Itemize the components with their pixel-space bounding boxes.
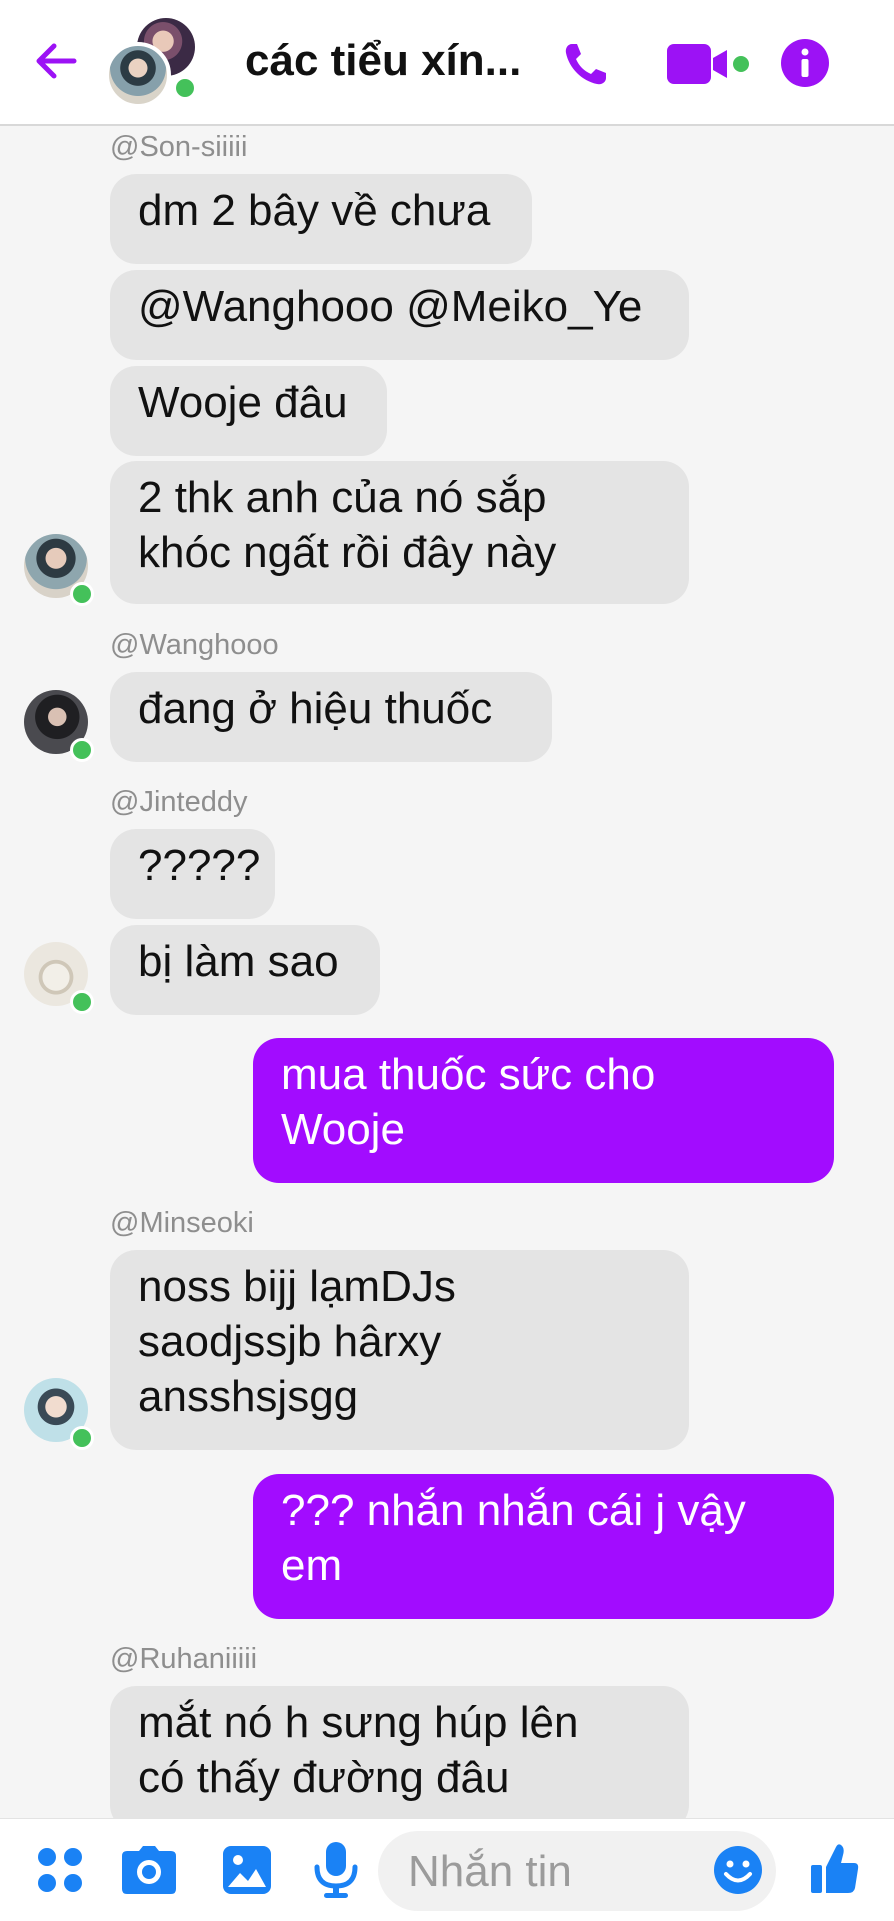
message-bubble-sent[interactable]: mua thuốc sức cho Wooje <box>253 1038 834 1183</box>
message-bubble[interactable]: @Wanghooo @Meiko_Ye <box>110 270 689 360</box>
online-indicator <box>70 990 94 1014</box>
online-indicator <box>70 738 94 762</box>
message-bubble[interactable]: bị làm sao <box>110 925 380 1015</box>
group-avatar[interactable] <box>105 18 205 110</box>
image-icon[interactable] <box>222 1845 272 1895</box>
message-bubble[interactable]: Wooje đâu <box>110 366 387 456</box>
online-indicator <box>173 76 197 100</box>
video-camera-icon[interactable] <box>665 40 751 88</box>
sender-name: @Jinteddy <box>110 786 248 818</box>
sender-name: @Minseoki <box>110 1207 254 1239</box>
message-bubble[interactable]: đang ở hiệu thuốc <box>110 672 552 762</box>
message-bubble[interactable]: dm 2 bây về chưa <box>110 174 532 264</box>
message-bubble-sent[interactable]: ??? nhắn nhắn cái j vậy em <box>253 1474 834 1619</box>
camera-icon[interactable] <box>121 1845 177 1895</box>
message-composer: Nhắn tin <box>0 1818 894 1921</box>
microphone-icon[interactable] <box>312 1841 360 1899</box>
emoji-icon[interactable] <box>713 1845 763 1895</box>
thumbs-up-icon[interactable] <box>810 1843 860 1895</box>
info-icon[interactable] <box>780 38 830 88</box>
sender-name: @Wanghooo <box>110 629 279 661</box>
phone-icon[interactable] <box>560 38 612 90</box>
chat-header: các tiểu xín... <box>0 0 894 126</box>
group-member-avatar-1 <box>105 42 171 108</box>
back-arrow-icon[interactable] <box>30 35 82 87</box>
message-bubble[interactable]: mắt nó h sưng húp lên có thấy đường đâu <box>110 1686 689 1831</box>
message-bubble[interactable]: noss bijj lạmDJs saodjssjb hârxy ansshsj… <box>110 1250 689 1450</box>
message-input-placeholder: Nhắn tin <box>408 1847 572 1896</box>
apps-grid-icon[interactable] <box>36 1846 84 1894</box>
message-bubble[interactable]: 2 thk anh của nó sắp khóc ngất rồi đây n… <box>110 461 689 604</box>
chat-title[interactable]: các tiểu xín... <box>245 30 521 92</box>
sender-name: @Son-siiiii <box>110 131 248 163</box>
message-bubble[interactable]: ????? <box>110 829 275 919</box>
online-indicator <box>70 582 94 606</box>
online-indicator <box>70 1426 94 1450</box>
sender-name: @Ruhaniiiii <box>110 1643 258 1675</box>
